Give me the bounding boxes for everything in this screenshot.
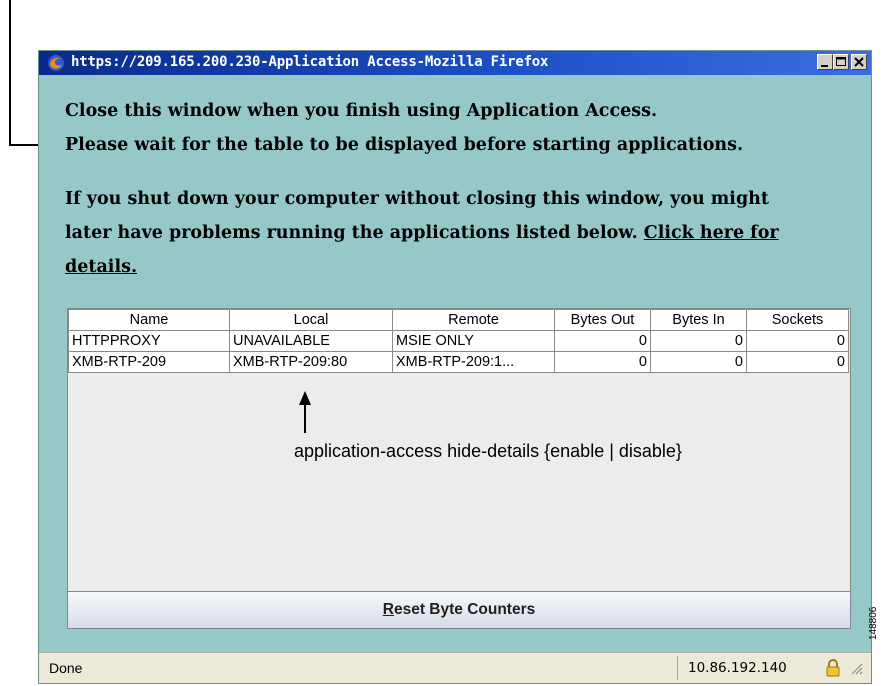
command-annotation: application-access hide-details {enable …	[294, 441, 682, 461]
cell-bytes-in: 0	[650, 330, 747, 352]
callout-vertical-line	[9, 0, 11, 146]
maximize-icon	[836, 57, 846, 66]
minimize-button[interactable]	[817, 54, 833, 70]
details-link-cont[interactable]: details.	[65, 257, 137, 277]
cell-remote: XMB-RTP-209:1...	[392, 351, 555, 373]
cell-bytes-out: 0	[554, 330, 651, 352]
reset-button-accesskey: R	[382, 601, 394, 618]
title-bar[interactable]: https://209.165.200.230-Application Acce…	[39, 51, 871, 75]
resize-grip-icon[interactable]	[849, 661, 863, 675]
column-header-bytes-out[interactable]: Bytes Out	[554, 309, 651, 331]
message-line-2: Please wait for the table to be displaye…	[65, 135, 744, 155]
cell-local: XMB-RTP-209:80	[229, 351, 393, 373]
annotation-arrow-head	[299, 391, 311, 405]
figure-id: 148806	[868, 606, 879, 640]
column-header-sockets[interactable]: Sockets	[746, 309, 849, 331]
reset-byte-counters-button[interactable]: Reset Byte Counters	[67, 591, 851, 629]
application-table: Name Local Remote Bytes Out Bytes In Soc…	[68, 309, 849, 373]
column-header-local[interactable]: Local	[229, 309, 393, 331]
cell-sockets: 0	[746, 351, 849, 373]
cell-local: UNAVAILABLE	[229, 330, 393, 352]
window-title: https://209.165.200.230-Application Acce…	[71, 54, 549, 70]
firefox-icon	[48, 55, 64, 71]
status-ip-address: 10.86.192.140	[677, 656, 817, 680]
minimize-icon	[821, 65, 828, 67]
message-line-4-text: later have problems running the applicat…	[65, 223, 644, 243]
annotation-arrow-line	[304, 401, 306, 433]
column-header-name[interactable]: Name	[68, 309, 230, 331]
column-header-remote[interactable]: Remote	[392, 309, 555, 331]
close-button[interactable]	[851, 54, 867, 70]
message-line-4: later have problems running the applicat…	[65, 223, 779, 243]
cell-sockets: 0	[746, 330, 849, 352]
cell-bytes-out: 0	[554, 351, 651, 373]
cell-name: XMB-RTP-209	[68, 351, 230, 373]
lock-icon[interactable]	[823, 658, 843, 678]
message-line-1: Close this window when you finish using …	[65, 101, 658, 121]
details-link[interactable]: Click here for	[644, 223, 779, 243]
column-header-bytes-in[interactable]: Bytes In	[650, 309, 747, 331]
close-icon	[854, 57, 864, 67]
message-line-5: details.	[65, 257, 137, 277]
status-text: Done	[49, 660, 83, 676]
cell-name: HTTPPROXY	[68, 330, 230, 352]
reset-button-label: eset Byte Counters	[393, 601, 536, 618]
application-access-window: https://209.165.200.230-Application Acce…	[38, 50, 872, 684]
status-bar: Done 10.86.192.140	[39, 652, 871, 683]
message-line-3: If you shut down your computer without c…	[65, 189, 769, 209]
table-header-row: Name Local Remote Bytes Out Bytes In Soc…	[68, 309, 849, 331]
cell-remote: MSIE ONLY	[392, 330, 555, 352]
table-row[interactable]: XMB-RTP-209 XMB-RTP-209:80 XMB-RTP-209:1…	[68, 351, 849, 373]
cell-bytes-in: 0	[650, 351, 747, 373]
table-row[interactable]: HTTPPROXY UNAVAILABLE MSIE ONLY 0 0 0	[68, 330, 849, 352]
maximize-button[interactable]	[833, 54, 849, 70]
